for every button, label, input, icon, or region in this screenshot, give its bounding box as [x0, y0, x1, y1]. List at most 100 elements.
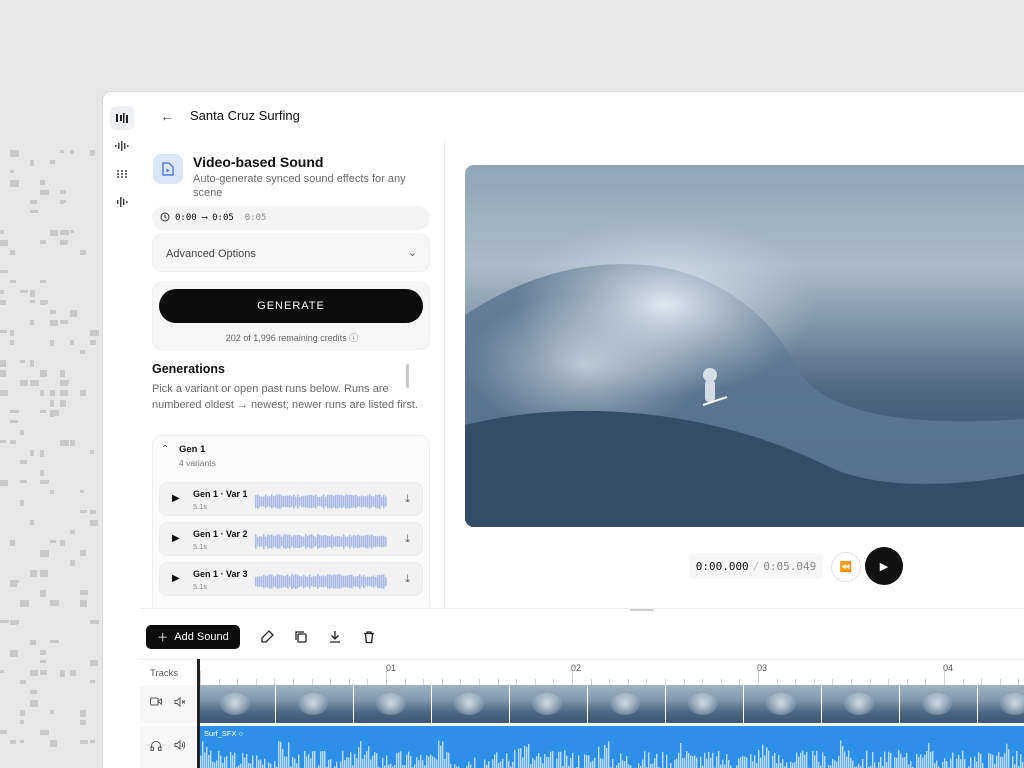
background-pixel [60, 190, 66, 194]
background-pixel [60, 380, 69, 383]
background-pixel [50, 230, 58, 236]
background-pixel [0, 730, 7, 734]
background-pixel [70, 670, 76, 676]
background-pixel [0, 620, 9, 623]
background-pixel [0, 370, 6, 377]
background-pixel [0, 440, 6, 443]
background-pixel [10, 410, 19, 413]
back-arrow-icon[interactable]: ← [160, 108, 176, 124]
background-pixel [40, 300, 48, 304]
background-pixel [40, 470, 44, 476]
background-pixel [30, 320, 34, 325]
app-window: ← Santa Cruz Surfing Video-based Sound A… [103, 92, 1024, 768]
background-pixel [60, 150, 64, 153]
background-pixel [20, 500, 24, 506]
chevron-up-icon[interactable]: ⌃ [161, 444, 169, 455]
background-pixel [60, 440, 69, 446]
advanced-options-label: Advanced Options [166, 248, 256, 260]
variant-row[interactable]: ▶ Gen 1 · Var 3 5.1s ⤓ [159, 562, 423, 596]
background-pixel [20, 740, 24, 743]
audio-clip[interactable]: Surf_SFX ○ [198, 726, 1024, 768]
export-icon[interactable] [325, 627, 345, 647]
audio-wave-icon[interactable] [110, 134, 134, 158]
range-duration: 0:05 [244, 213, 267, 223]
background-pixel [40, 650, 46, 655]
headphones-icon[interactable] [150, 740, 162, 754]
background-pixel [90, 150, 94, 156]
dots-grid-icon[interactable] [110, 162, 134, 186]
background-pixel [80, 390, 86, 396]
brush-icon[interactable] [257, 627, 277, 647]
add-sound-button[interactable]: ＋ Add Sound [146, 625, 240, 649]
tracks-label: Tracks [150, 668, 179, 679]
video-preview[interactable] [465, 165, 1024, 527]
trash-icon[interactable] [359, 627, 379, 647]
add-sound-label: Add Sound [174, 631, 229, 643]
background-pixel [70, 340, 74, 345]
background-pixel [30, 300, 35, 303]
background-pixel [70, 530, 75, 534]
time-separator: / [752, 559, 760, 573]
waveform-logo-icon[interactable] [110, 106, 134, 130]
background-pixel [10, 740, 16, 744]
info-icon[interactable]: ⓘ [349, 333, 358, 343]
background-pixel [30, 690, 37, 694]
video-file-icon [153, 154, 183, 184]
variant-waveform[interactable] [255, 574, 387, 589]
background-pixel [50, 310, 56, 314]
background-pixel [40, 670, 47, 675]
generation-name[interactable]: Gen 1 [179, 444, 205, 455]
background-pixel [50, 400, 54, 407]
background-pixel [40, 410, 46, 413]
play-icon[interactable]: ▶ [172, 493, 180, 504]
play-icon[interactable]: ▶ [172, 533, 180, 544]
generations-description: Pick a variant or open past runs below. … [152, 383, 418, 411]
background-pixel [10, 540, 15, 546]
background-pixel [30, 160, 34, 166]
download-icon[interactable]: ⤓ [405, 533, 410, 546]
time-range[interactable]: 0:00 ⟶ 0:05 0:05 [152, 206, 430, 230]
icon-rail [103, 92, 140, 612]
background-pixel [10, 170, 14, 173]
variant-row[interactable]: ▶ Gen 1 · Var 1 5.1s ⤓ [159, 482, 423, 516]
background-pixel [30, 210, 38, 213]
timeline-ruler[interactable]: Tracks 01 02 03 04 [140, 659, 1024, 685]
playhead[interactable] [197, 659, 200, 768]
camera-icon[interactable] [150, 697, 162, 709]
mute-icon[interactable] [174, 696, 186, 710]
background-pixel [10, 180, 19, 187]
background-pixel [60, 400, 66, 407]
background-pixel [10, 420, 18, 423]
panel-resize-handle[interactable] [406, 364, 409, 388]
background-pixel [40, 450, 44, 457]
background-pixel [20, 600, 29, 607]
background-pixel [30, 520, 34, 525]
background-pixel [20, 360, 25, 363]
download-icon[interactable]: ⤓ [405, 493, 410, 506]
waveform-alt-icon[interactable] [110, 190, 134, 214]
generate-button[interactable]: GENERATE [159, 289, 423, 323]
ruler-tick [572, 671, 573, 685]
volume-icon[interactable] [174, 739, 186, 753]
video-track-strip[interactable] [198, 685, 1024, 723]
play-icon[interactable]: ▶ [172, 573, 180, 584]
variant-waveform[interactable] [255, 534, 387, 549]
background-pixel [40, 240, 46, 244]
download-icon[interactable]: ⤓ [405, 573, 410, 586]
variant-waveform[interactable] [255, 494, 387, 509]
advanced-options-toggle[interactable]: Advanced Options ⌄ [152, 234, 430, 272]
background-pixel [90, 340, 96, 345]
variant-name: Gen 1 · Var 2 [193, 529, 248, 539]
video-frame-thumbnail [588, 685, 665, 723]
background-pixel [50, 490, 54, 494]
background-pixel [20, 480, 27, 483]
duplicate-icon[interactable] [291, 627, 311, 647]
rewind-button[interactable]: ⏪ [831, 552, 861, 582]
background-pixel [10, 580, 17, 587]
play-button[interactable]: ▶ [865, 547, 903, 585]
variant-row[interactable]: ▶ Gen 1 · Var 2 5.1s ⤓ [159, 522, 423, 556]
background-pixel [90, 450, 94, 454]
background-pixel [40, 570, 48, 573]
timeline-resize-handle[interactable] [630, 609, 654, 611]
background-pixel [70, 560, 75, 566]
